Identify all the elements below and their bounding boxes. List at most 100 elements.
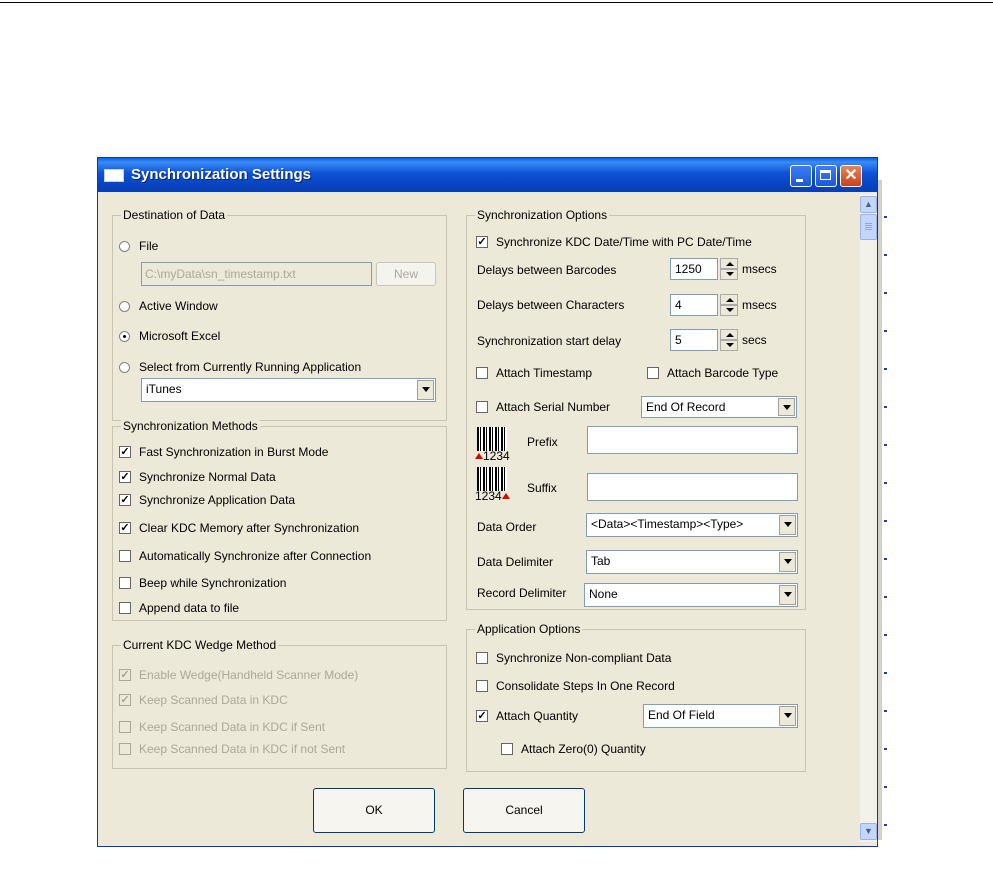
enable-wedge-checkbox[interactable]: ✓ Enable Wedge(Handheld Scanner Mode)	[119, 667, 358, 683]
microsoft-excel-label: Microsoft Excel	[139, 329, 221, 343]
checkbox-box[interactable]	[476, 401, 488, 413]
radio-circle[interactable]	[119, 361, 130, 373]
spin-up-icon[interactable]	[720, 294, 738, 305]
quantity-position-select[interactable]: End Of Field	[643, 704, 798, 728]
delay-barcodes-input[interactable]: 1250	[670, 258, 718, 280]
cancel-button[interactable]: Cancel	[463, 788, 585, 833]
data-order-value: <Data><Timestamp><Type>	[591, 517, 744, 531]
delay-characters-input[interactable]: 4	[670, 294, 718, 316]
sync-datetime-checkbox[interactable]: ✓ Synchronize KDC Date/Time with PC Date…	[476, 234, 752, 250]
checkbox-box[interactable]	[476, 652, 488, 664]
data-delimiter-select[interactable]: Tab	[586, 550, 798, 574]
spin-up-icon[interactable]	[720, 258, 738, 269]
checkbox-box[interactable]	[119, 602, 131, 614]
radio-circle[interactable]	[119, 240, 130, 252]
delay-barcodes-stepper[interactable]	[720, 258, 738, 280]
data-order-select[interactable]: <Data><Timestamp><Type>	[586, 513, 798, 537]
chevron-down-icon[interactable]	[779, 552, 796, 572]
fast-sync-burst-checkbox[interactable]: ✓ Fast Synchronization in Burst Mode	[119, 444, 328, 460]
record-delimiter-select[interactable]: None	[584, 583, 798, 607]
maximize-button[interactable]	[815, 165, 837, 187]
keep-scanned-if-not-sent-checkbox[interactable]: Keep Scanned Data in KDC if not Sent	[119, 741, 345, 757]
attach-barcode-type-checkbox[interactable]: Attach Barcode Type	[647, 365, 778, 381]
checkbox-box[interactable]	[647, 367, 659, 379]
checkbox-box[interactable]	[476, 367, 488, 379]
radio-circle[interactable]	[119, 300, 130, 312]
vertical-scrollbar[interactable]: ▲ ▼	[860, 194, 877, 842]
spin-down-icon[interactable]	[720, 305, 738, 316]
checkbox-label: Automatically Synchronize after Connecti…	[139, 549, 372, 563]
attach-quantity-checkbox[interactable]: ✓ Attach Quantity	[476, 708, 578, 724]
chevron-down-icon[interactable]	[779, 706, 796, 726]
active-window-radio[interactable]: Active Window	[119, 298, 218, 314]
checkbox-label: Beep while Synchronization	[139, 576, 287, 590]
start-delay-unit: secs	[742, 333, 767, 347]
prefix-input[interactable]	[587, 426, 798, 454]
auto-sync-after-connection-checkbox[interactable]: Automatically Synchronize after Connecti…	[119, 548, 371, 564]
checkbox-label: Keep Scanned Data in KDC if Sent	[139, 720, 326, 734]
scroll-thumb[interactable]	[860, 214, 877, 240]
start-delay-input[interactable]: 5	[670, 329, 718, 351]
chevron-down-icon[interactable]	[778, 398, 795, 416]
background-window-edge	[878, 180, 882, 840]
new-file-button[interactable]: New	[376, 262, 436, 286]
record-delimiter-label: Record Delimiter	[477, 586, 567, 600]
delay-characters-unit: msecs	[742, 298, 777, 312]
checkbox-box[interactable]	[476, 680, 488, 692]
file-radio[interactable]: File	[119, 238, 158, 254]
checkbox-label: Synchronize Normal Data	[139, 470, 276, 484]
checkbox-box[interactable]: ✓	[119, 669, 131, 681]
checkbox-box[interactable]: ✓	[119, 522, 131, 534]
suffix-input[interactable]	[587, 473, 798, 501]
attach-zero-quantity-checkbox[interactable]: Attach Zero(0) Quantity	[501, 741, 646, 757]
append-data-to-file-checkbox[interactable]: Append data to file	[119, 600, 239, 616]
consolidate-steps-checkbox[interactable]: Consolidate Steps In One Record	[476, 678, 675, 694]
sync-noncompliant-checkbox[interactable]: Synchronize Non-compliant Data	[476, 650, 671, 666]
suffix-label: Suffix	[527, 481, 557, 495]
delay-characters-stepper[interactable]	[720, 294, 738, 316]
radio-circle[interactable]	[119, 330, 130, 342]
checkbox-box[interactable]	[119, 577, 131, 589]
checkbox-box[interactable]: ✓	[476, 710, 488, 722]
page-top-rule	[0, 2, 993, 3]
serial-position-select[interactable]: End Of Record	[641, 396, 797, 418]
spin-down-icon[interactable]	[720, 340, 738, 351]
sync-application-data-checkbox[interactable]: ✓ Synchronize Application Data	[119, 492, 295, 508]
checkbox-box[interactable]	[501, 743, 513, 755]
keep-scanned-if-sent-checkbox[interactable]: Keep Scanned Data in KDC if Sent	[119, 719, 325, 735]
chevron-down-icon[interactable]	[779, 515, 796, 535]
chevron-down-icon[interactable]	[779, 585, 796, 605]
ok-button[interactable]: OK	[313, 788, 435, 833]
running-application-select[interactable]: iTunes	[141, 378, 436, 402]
attach-serial-number-checkbox[interactable]: Attach Serial Number	[476, 399, 610, 415]
keep-scanned-data-checkbox[interactable]: ✓ Keep Scanned Data in KDC	[119, 692, 288, 708]
minimize-button[interactable]	[790, 165, 812, 187]
spin-down-icon[interactable]	[720, 269, 738, 280]
clear-kdc-memory-checkbox[interactable]: ✓ Clear KDC Memory after Synchronization	[119, 520, 359, 536]
scroll-up-arrow-icon[interactable]: ▲	[860, 196, 877, 213]
spin-up-icon[interactable]	[720, 329, 738, 340]
title-bar[interactable]: Synchronization Settings ✕	[98, 158, 877, 192]
checkbox-box[interactable]	[119, 743, 131, 755]
microsoft-excel-radio[interactable]: Microsoft Excel	[119, 328, 220, 344]
start-delay-stepper[interactable]	[720, 329, 738, 351]
checkbox-box[interactable]: ✓	[119, 494, 131, 506]
checkbox-box[interactable]: ✓	[476, 236, 488, 248]
close-button[interactable]: ✕	[840, 165, 862, 187]
attach-timestamp-checkbox[interactable]: Attach Timestamp	[476, 365, 592, 381]
file-path-field[interactable]: C:\myData\sn_timestamp.txt	[141, 262, 372, 286]
checkbox-box[interactable]: ✓	[119, 694, 131, 706]
checkbox-label: Clear KDC Memory after Synchronization	[139, 521, 360, 535]
running-application-radio[interactable]: Select from Currently Running Applicatio…	[119, 359, 361, 375]
prefix-label: Prefix	[527, 435, 558, 449]
record-delimiter-value: None	[589, 587, 618, 601]
sync-normal-data-checkbox[interactable]: ✓ Synchronize Normal Data	[119, 469, 276, 485]
checkbox-box[interactable]: ✓	[119, 471, 131, 483]
scroll-down-arrow-icon[interactable]: ▼	[860, 823, 877, 840]
checkbox-box[interactable]	[119, 550, 131, 562]
destination-of-data-legend: Destination of Data	[121, 208, 228, 222]
checkbox-box[interactable]	[119, 721, 131, 733]
beep-while-sync-checkbox[interactable]: Beep while Synchronization	[119, 575, 286, 591]
chevron-down-icon[interactable]	[417, 380, 434, 400]
checkbox-box[interactable]: ✓	[119, 446, 131, 458]
